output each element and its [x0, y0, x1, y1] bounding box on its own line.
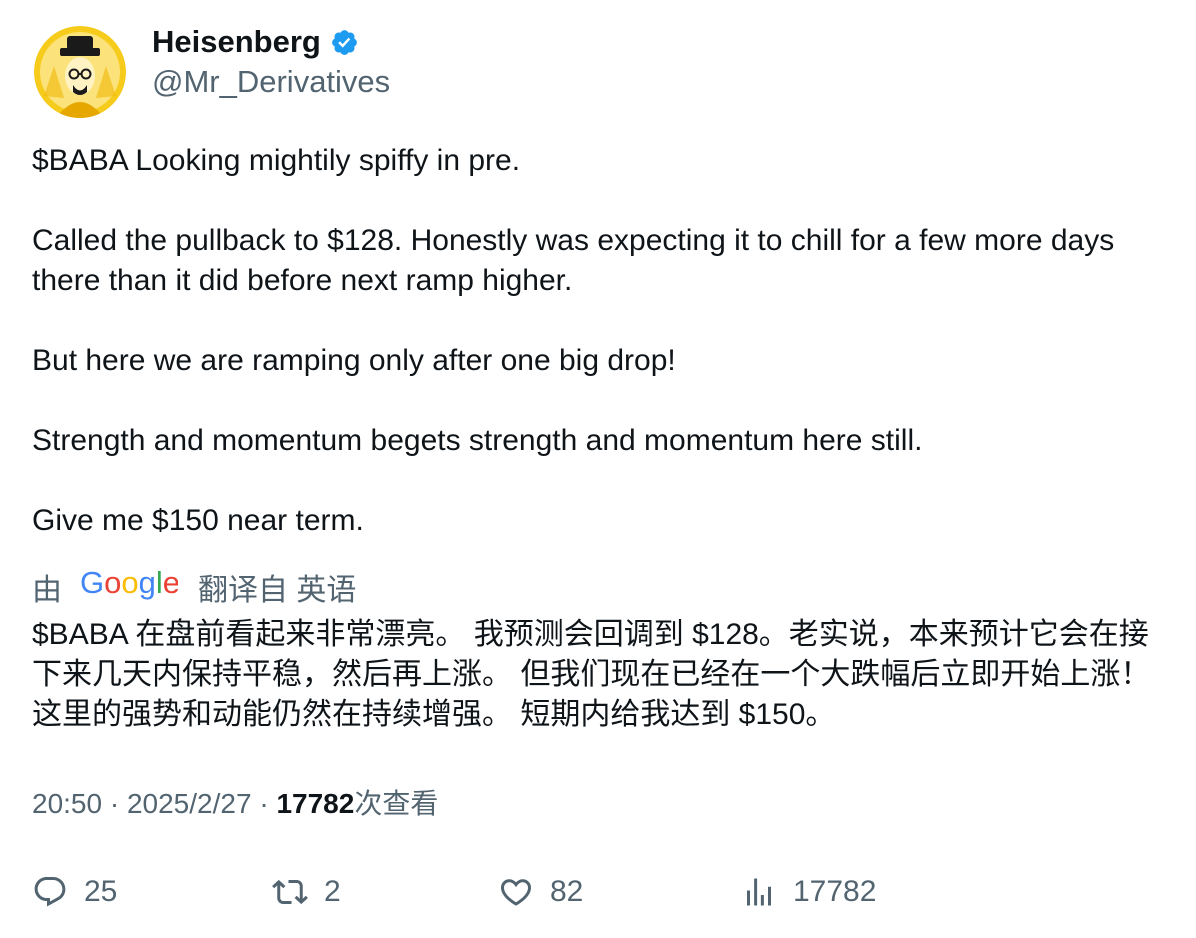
- tweet-paragraph: Strength and momentum begets strength an…: [32, 424, 923, 457]
- heisenberg-portrait-avatar: [34, 26, 126, 118]
- tweet-meta: 20:50 · 2025/2/27 · 17782次查看: [32, 784, 438, 824]
- author-handle[interactable]: @Mr_Derivatives: [152, 62, 390, 102]
- translated-by-label: 由: [32, 574, 62, 607]
- action-bar: 25 2 82 17782: [32, 870, 1172, 914]
- meta-separator: ·: [109, 788, 127, 819]
- views-button[interactable]: 17782: [741, 870, 876, 914]
- retweet-count: 2: [324, 875, 341, 908]
- reply-button[interactable]: 25: [32, 870, 117, 914]
- translation-attribution: 由 Google 翻译自 英语: [32, 565, 356, 609]
- svg-text:Google: Google: [80, 565, 178, 600]
- avatar[interactable]: [34, 26, 126, 118]
- views-action-count: 17782: [793, 875, 877, 908]
- retweet-button[interactable]: 2: [272, 870, 341, 914]
- author-name-row[interactable]: Heisenberg: [152, 22, 359, 62]
- tweet-time[interactable]: 20:50: [32, 788, 102, 819]
- views-label: 次查看: [354, 788, 439, 819]
- reply-count: 25: [84, 875, 118, 908]
- translated-from-label[interactable]: 翻译自 英语: [198, 565, 356, 609]
- tweet-paragraph: $BABA Looking mightily spiffy in pre.: [32, 144, 521, 177]
- tweet-text: $BABA Looking mightily spiffy in pre. Ca…: [32, 141, 1172, 541]
- tweet-paragraph: Called the pullback to $128. Honestly wa…: [32, 224, 1123, 297]
- views-count: 17782: [276, 788, 355, 819]
- verified-badge-icon[interactable]: [330, 28, 359, 57]
- bar-chart-icon: [741, 874, 777, 910]
- reply-icon: [32, 874, 68, 910]
- translated-text: $BABA 在盘前看起来非常漂亮。 我预测会回调到 $128。老实说，本来预计它…: [32, 618, 1151, 731]
- meta-separator: ·: [259, 788, 277, 819]
- heart-icon: [498, 874, 534, 910]
- like-count: 82: [550, 875, 584, 908]
- google-logo-icon: Google: [80, 565, 180, 609]
- tweet-paragraph: Give me $150 near term.: [32, 504, 364, 537]
- like-button[interactable]: 82: [498, 870, 583, 914]
- retweet-icon: [272, 874, 308, 910]
- display-name[interactable]: Heisenberg: [152, 22, 321, 62]
- tweet-date[interactable]: 2025/2/27: [127, 788, 252, 819]
- tweet-paragraph: But here we are ramping only after one b…: [32, 344, 676, 377]
